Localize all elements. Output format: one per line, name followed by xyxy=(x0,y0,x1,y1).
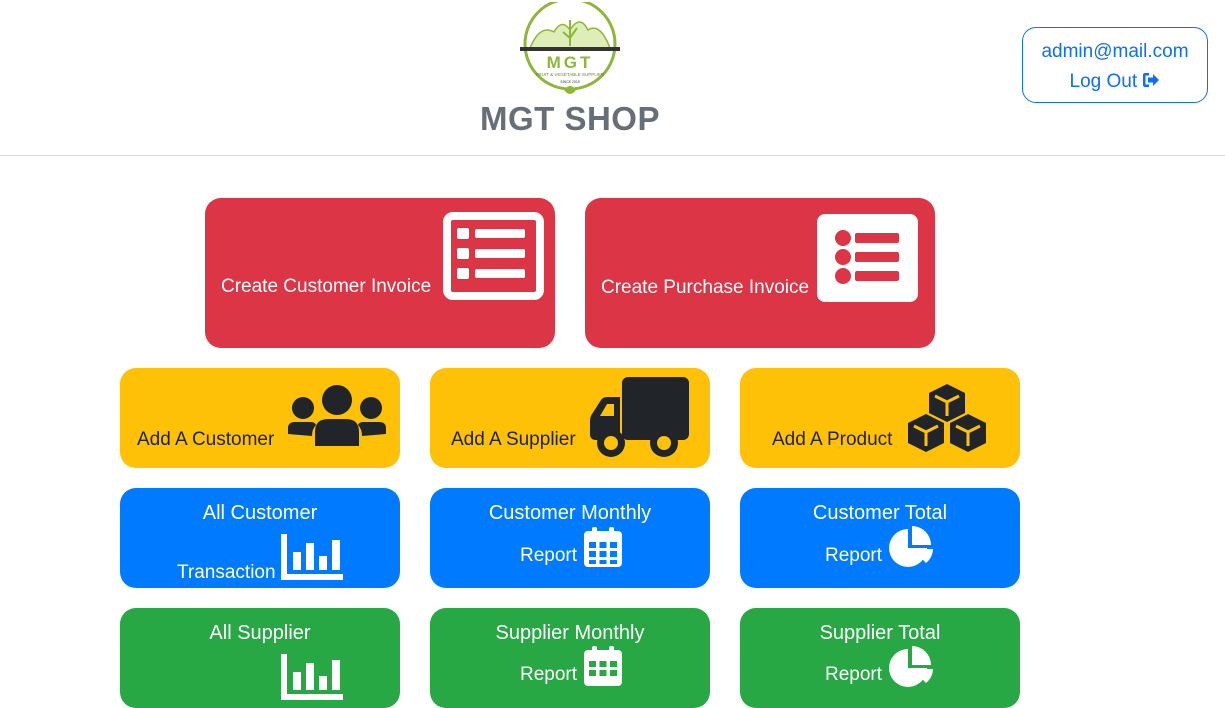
all-supplier-transaction-button[interactable]: All Supplier xyxy=(120,608,400,708)
supplier-monthly-report-button[interactable]: Supplier Monthly Report xyxy=(430,608,710,708)
create-customer-invoice-button[interactable]: Create Customer Invoice xyxy=(205,198,555,348)
supplier-monthly-report-title: Supplier Monthly xyxy=(495,622,645,644)
bar-chart-icon xyxy=(281,654,343,700)
add-customer-button[interactable]: Add A Customer xyxy=(120,368,400,468)
customer-total-report-subtitle: Report xyxy=(825,545,883,566)
list-icon xyxy=(817,214,918,302)
all-supplier-transaction-title: All Supplier xyxy=(209,622,311,644)
shop-title: MGT SHOP xyxy=(479,100,660,137)
account-box: admin@mail.com Log Out xyxy=(1022,27,1208,103)
pie-chart-icon xyxy=(889,646,933,687)
truck-icon xyxy=(590,377,689,457)
supplier-total-report-button[interactable]: Supplier Total Report xyxy=(740,608,1020,708)
add-product-label: Add A Product xyxy=(772,429,893,450)
add-customer-label: Add A Customer xyxy=(137,429,275,450)
customer-monthly-report-subtitle: Report xyxy=(520,545,578,566)
all-customer-transaction-button[interactable]: All Customer Transaction xyxy=(120,488,400,588)
supplier-total-report-subtitle: Report xyxy=(825,664,883,685)
mgt-logo: MGT FRUIT & VEGETABLE SUPPLIER SINCE 201… xyxy=(520,2,620,94)
bar-chart-icon xyxy=(281,534,343,580)
add-supplier-label: Add A Supplier xyxy=(451,429,576,450)
customer-monthly-report-title: Customer Monthly xyxy=(488,502,652,524)
account-email[interactable]: admin@mail.com xyxy=(1023,41,1207,63)
logo-since: SINCE 2015 xyxy=(560,80,580,84)
logo-tagline: FRUIT & VEGETABLE SUPPLIER xyxy=(536,72,605,77)
sign-out-icon xyxy=(1143,73,1160,87)
cubes-icon xyxy=(908,384,986,452)
list-alt-icon xyxy=(443,212,544,300)
add-supplier-button[interactable]: Add A Supplier xyxy=(430,368,710,468)
calendar-icon xyxy=(584,646,622,686)
pie-chart-icon xyxy=(889,526,933,567)
calendar-icon xyxy=(584,527,622,567)
users-icon xyxy=(288,385,386,446)
all-customer-transaction-title: All Customer xyxy=(202,502,318,524)
customer-total-report-title: Customer Total xyxy=(812,502,948,524)
create-purchase-invoice-label: Create Purchase Invoice xyxy=(601,277,810,298)
all-customer-transaction-subtitle: Transaction xyxy=(177,562,276,583)
header: MGT FRUIT & VEGETABLE SUPPLIER SINCE 201… xyxy=(0,0,1225,156)
supplier-monthly-report-subtitle: Report xyxy=(520,664,578,685)
logout-label: Log Out xyxy=(1069,71,1138,92)
customer-monthly-report-button[interactable]: Customer Monthly Report xyxy=(430,488,710,588)
logout-button[interactable]: Log Out xyxy=(1023,71,1207,93)
logo-text: MGT xyxy=(547,53,594,72)
customer-total-report-button[interactable]: Customer Total Report xyxy=(740,488,1020,588)
create-purchase-invoice-button[interactable]: Create Purchase Invoice xyxy=(585,198,935,348)
supplier-total-report-title: Supplier Total xyxy=(819,622,941,644)
create-customer-invoice-label: Create Customer Invoice xyxy=(221,276,432,297)
add-product-button[interactable]: Add A Product xyxy=(740,368,1020,468)
